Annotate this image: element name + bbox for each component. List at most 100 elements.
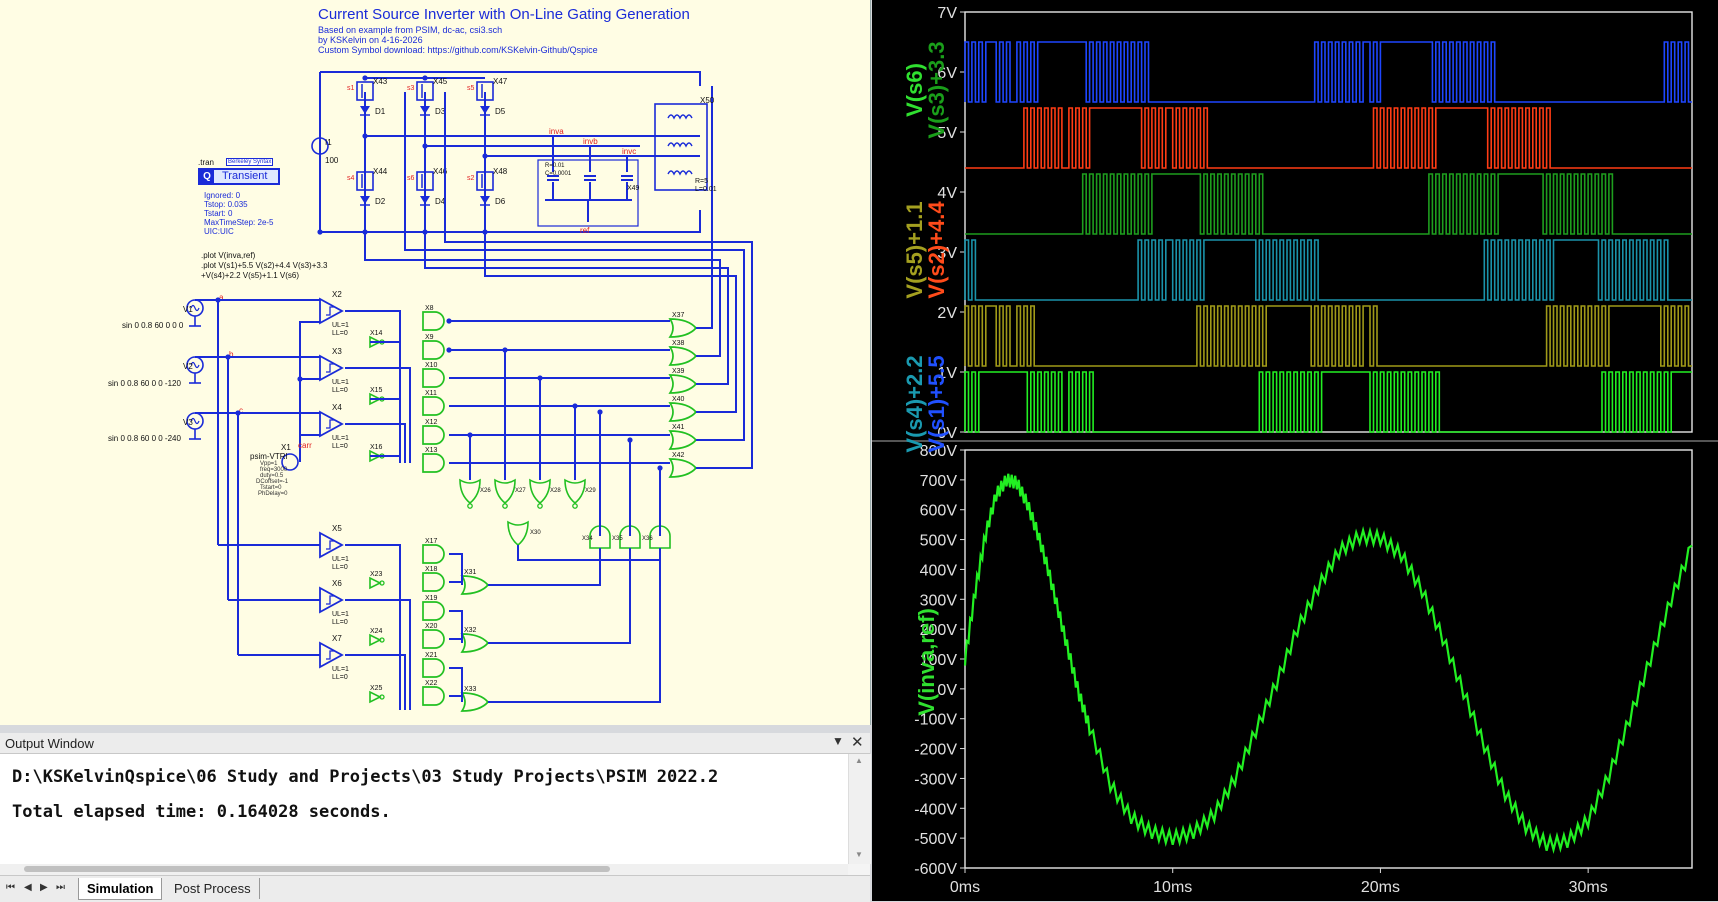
comparator-x7[interactable] [319,641,344,669]
pwm-trace-vs511[interactable] [964,305,1692,367]
source-v2-value[interactable]: sin 0 0.8 60 0 0 -120 [108,379,181,388]
comparator-label-x3[interactable]: X3 [332,347,342,356]
diode-label-d1[interactable]: D1 [375,107,386,116]
switch-label-x45[interactable]: X45 [433,77,448,86]
gate-label-x42[interactable]: X42 [672,452,685,459]
filter-cap-name[interactable]: X49 [627,185,640,192]
gate-label-x13[interactable]: X13 [425,447,438,454]
or-gate-x41[interactable] [668,430,698,450]
pwm-trace-vs155[interactable] [964,41,1692,103]
load-l[interactable]: L=0.01 [695,186,717,194]
inverter-x25[interactable] [369,690,382,704]
and-gate-x12[interactable] [422,425,445,445]
comparator-label-x4[interactable]: X4 [332,403,342,412]
gate-label-x12[interactable]: X12 [425,419,438,426]
or-gate-x31[interactable] [460,575,490,595]
inverter-x23[interactable] [369,576,382,590]
comparator-ll[interactable]: LL=0 [332,674,348,681]
gate-label-x18[interactable]: X18 [425,566,438,573]
gate-label-x29[interactable]: X29 [585,488,596,494]
current-source-name[interactable]: I1 [325,138,332,147]
diode-d1[interactable] [360,106,370,114]
gate-label-x17[interactable]: X17 [425,538,438,545]
gate-label-x30[interactable]: X30 [530,530,541,536]
output-vertical-scrollbar[interactable]: ▲ ▼ [848,754,871,864]
pwm-trace-vs333[interactable] [965,173,1692,235]
gate-label-x40[interactable]: X40 [672,396,685,403]
source-v3-value[interactable]: sin 0 0.8 60 0 0 -240 [108,434,181,443]
filter-c-label[interactable]: C=0.0001 [545,171,572,177]
comparator-x2[interactable] [319,297,344,325]
comparator-ll[interactable]: LL=0 [332,387,348,394]
comparator-label-x7[interactable]: X7 [332,634,342,643]
gate-label-x19[interactable]: X19 [425,595,438,602]
nor-gate-x28[interactable] [529,478,551,505]
gate-label-x36[interactable]: X36 [642,536,653,542]
comparator-x5[interactable] [319,531,344,559]
legend-entry[interactable]: V(s3)+3.3 [924,41,949,138]
load-name[interactable]: X50 [700,96,714,105]
and-gate-x20[interactable] [422,629,445,649]
schematic-editor[interactable]: X43 s1 D1 X45 s3 D3 X47 s5 D5 X44 s4 D2 X46 s6 D4 X48 s2… [0,0,871,725]
tab-simulation[interactable]: Simulation [78,878,163,900]
or-gate-x39[interactable] [668,374,698,394]
waveform-canvas[interactable]: 0V1V2V3V4V5V6V7V-600V-500V-400V-300V-200… [872,0,1718,901]
nor-gate-x30[interactable] [507,520,529,547]
or-gate-x33[interactable] [460,692,490,712]
and-gate-x18[interactable] [422,572,445,592]
schematic-canvas[interactable]: X43s1D1X45s3D3X47s5D5X44s4D2X46s6D4X48s2… [0,0,870,725]
gate-label-x11[interactable]: X11 [425,390,437,397]
net-label-s3[interactable]: s3 [407,85,415,92]
nor-gate-x29[interactable] [564,478,586,505]
prev-tab-icon[interactable]: ◀ [24,882,32,893]
filter-r-label[interactable]: R=0.01 [545,163,565,169]
switch-label-x43[interactable]: X43 [373,77,388,86]
gate-label-x26[interactable]: X26 [480,488,491,494]
inverter-label-x16[interactable]: X16 [370,444,383,451]
and-gate-x9[interactable] [422,340,445,360]
net-label-invc[interactable]: invc [622,147,636,156]
gate-label-x37[interactable]: X37 [672,312,685,319]
comparator-x3[interactable] [319,354,344,382]
comparator-label-x2[interactable]: X2 [332,290,342,299]
nor-gate-x27[interactable] [494,478,516,505]
inverter-label-x15[interactable]: X15 [370,387,383,394]
gate-label-x39[interactable]: X39 [672,368,685,375]
output-log[interactable]: D:\KSKelvinQspice\06 Study and Projects\… [0,754,848,864]
next-tab-icon[interactable]: ▶ [40,882,48,893]
comparator-ul[interactable]: UL=1 [332,435,349,442]
gate-label-x38[interactable]: X38 [672,340,685,347]
gate-label-x35[interactable]: X35 [612,536,623,542]
gate-label-x8[interactable]: X8 [425,305,434,312]
plot-cmd-1[interactable]: .plot V(inva,ref) [201,251,255,260]
or-gate-x37[interactable] [668,318,698,338]
tab-post-process[interactable]: Post Process [166,878,260,899]
gate-label-x33[interactable]: X33 [464,686,477,693]
gate-label-x9[interactable]: X9 [425,334,434,341]
chevron-down-icon[interactable]: ▼ [832,734,844,748]
inverter-label-x23[interactable]: X23 [370,571,383,578]
legend-entry[interactable]: V(s1)+5.5 [924,355,949,452]
inverter-label-x24[interactable]: X24 [370,628,383,635]
gate-label-x34[interactable]: X34 [582,536,593,542]
waveform-viewer[interactable]: 0V 1V 2V 3V 4V 5V 6V 7V -600V -500V -400V -300V -200… [872,0,1718,901]
comparator-ll[interactable]: LL=0 [332,619,348,626]
and-gate-x10[interactable] [422,368,445,388]
and-gate-x22[interactable] [422,686,445,706]
inverter-label-x25[interactable]: X25 [370,685,383,692]
and-gate-x13[interactable] [422,453,445,473]
comparator-ul[interactable]: UL=1 [332,666,349,673]
diode-label-d5[interactable]: D5 [495,107,506,116]
and-gate-x21[interactable] [422,658,445,678]
comparator-ll[interactable]: LL=0 [332,330,348,337]
gate-label-x22[interactable]: X22 [425,680,438,687]
and-gate-x19[interactable] [422,601,445,621]
net-label-ref[interactable]: ref [580,226,590,235]
gate-label-x41[interactable]: X41 [672,424,685,431]
or-gate-x38[interactable] [668,346,698,366]
diode-label-d6[interactable]: D6 [495,197,506,206]
switch-label-x48[interactable]: X48 [493,167,508,176]
and-gate-x17[interactable] [422,544,445,564]
pwm-trace-vs6[interactable] [964,371,1692,433]
and-gate-x8[interactable] [422,311,445,331]
